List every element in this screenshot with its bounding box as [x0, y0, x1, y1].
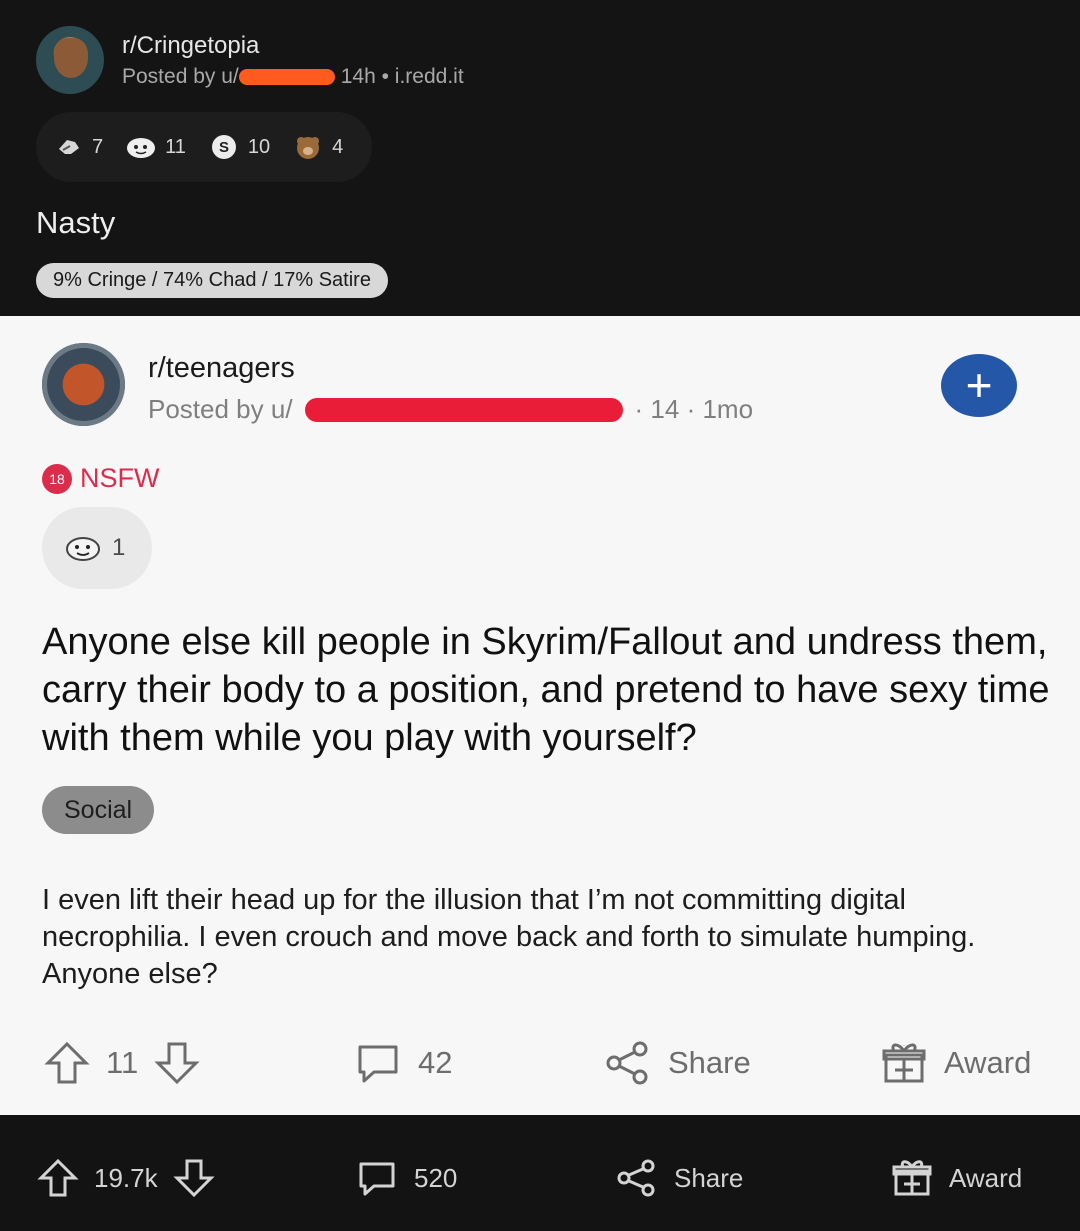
comment-icon: [354, 1155, 400, 1201]
gift-icon: [878, 1037, 930, 1089]
award-label: Award: [944, 1045, 1032, 1080]
award-count: 4: [332, 135, 344, 158]
embedded-upvote-count: 11: [106, 1045, 139, 1080]
main-comment-button[interactable]: 520: [354, 1155, 614, 1201]
award-count: 10: [247, 135, 271, 158]
main-share-button[interactable]: Share: [614, 1155, 889, 1201]
main-post-actions: 19.7k 520 Share Award: [36, 1146, 1044, 1210]
embedded-post-flair[interactable]: Social: [42, 786, 155, 834]
embedded-subreddit-avatar[interactable]: [42, 343, 125, 426]
award-item[interactable]: 7: [52, 131, 103, 163]
award-item[interactable]: 4: [292, 131, 343, 163]
svg-text:S: S: [219, 139, 229, 156]
post-time-domain: 14h • i.redd.it: [340, 65, 464, 88]
wholesome-icon: [125, 131, 157, 163]
awards-bar[interactable]: 7 11 S 10 4: [36, 112, 372, 182]
main-vote-group[interactable]: 19.7k: [36, 1156, 354, 1200]
embedded-award-chip[interactable]: 1: [42, 507, 152, 589]
embedded-post-meta-suffix: · 14 · 1mo: [634, 394, 754, 424]
award-button[interactable]: Award: [878, 1037, 1031, 1089]
embedded-username-redaction: [304, 397, 623, 422]
gift-icon: [889, 1155, 935, 1201]
subreddit-name[interactable]: r/Cringetopia: [122, 32, 259, 60]
silver-coin-icon: S: [208, 131, 240, 163]
embedded-post-meta: Posted by u/ · 14 · 1mo: [148, 394, 753, 425]
embedded-posted-by-label: Posted by u/: [148, 394, 293, 424]
award-count: 7: [92, 135, 104, 158]
embedded-award-count: 1: [112, 534, 126, 561]
main-comment-count: 520: [414, 1162, 458, 1193]
embedded-post-actions: 11 42 Share Award: [42, 1031, 1052, 1095]
comment-button[interactable]: 42: [352, 1037, 602, 1089]
salute-icon: [52, 131, 84, 163]
share-button[interactable]: Share: [602, 1037, 878, 1089]
comment-icon: [352, 1037, 404, 1089]
upvote-icon[interactable]: [42, 1038, 92, 1088]
bear-icon: [292, 131, 324, 163]
share-icon: [614, 1155, 660, 1201]
nsfw-label: NSFW: [80, 463, 160, 493]
embedded-post-body: I even lift their head up for the illusi…: [42, 884, 976, 990]
nsfw-badge: 18: [42, 463, 72, 494]
embedded-comment-count: 42: [418, 1045, 453, 1080]
award-item[interactable]: S 10: [208, 131, 270, 163]
downvote-icon[interactable]: [152, 1038, 202, 1088]
downvote-icon[interactable]: [172, 1156, 216, 1200]
vote-group[interactable]: 11: [42, 1038, 352, 1088]
main-award-button[interactable]: Award: [889, 1155, 1022, 1201]
wholesome-icon: [64, 533, 102, 563]
share-label: Share: [668, 1045, 751, 1080]
main-upvote-count: 19.7k: [94, 1162, 158, 1193]
award-item[interactable]: 11: [125, 131, 186, 163]
nsfw-tag: 18 NSFW: [42, 463, 159, 494]
subreddit-avatar[interactable]: [36, 26, 104, 94]
embedded-post-title[interactable]: Anyone else kill people in Skyrim/Fallou…: [42, 618, 1052, 762]
embedded-subreddit-name[interactable]: r/teenagers: [148, 352, 295, 385]
main-award-label: Award: [949, 1162, 1023, 1193]
upvote-icon[interactable]: [36, 1156, 80, 1200]
award-count: 11: [165, 135, 186, 158]
post-meta: Posted by u/14h • i.redd.it: [122, 65, 464, 89]
share-icon: [602, 1037, 654, 1089]
post-flair[interactable]: 9% Cringe / 74% Chad / 17% Satire: [36, 263, 388, 298]
post-title[interactable]: Nasty: [36, 205, 115, 241]
posted-by-label: Posted by u/: [122, 65, 239, 88]
main-share-label: Share: [674, 1162, 744, 1193]
username-redaction: [238, 69, 335, 86]
join-button[interactable]: +: [941, 354, 1017, 417]
